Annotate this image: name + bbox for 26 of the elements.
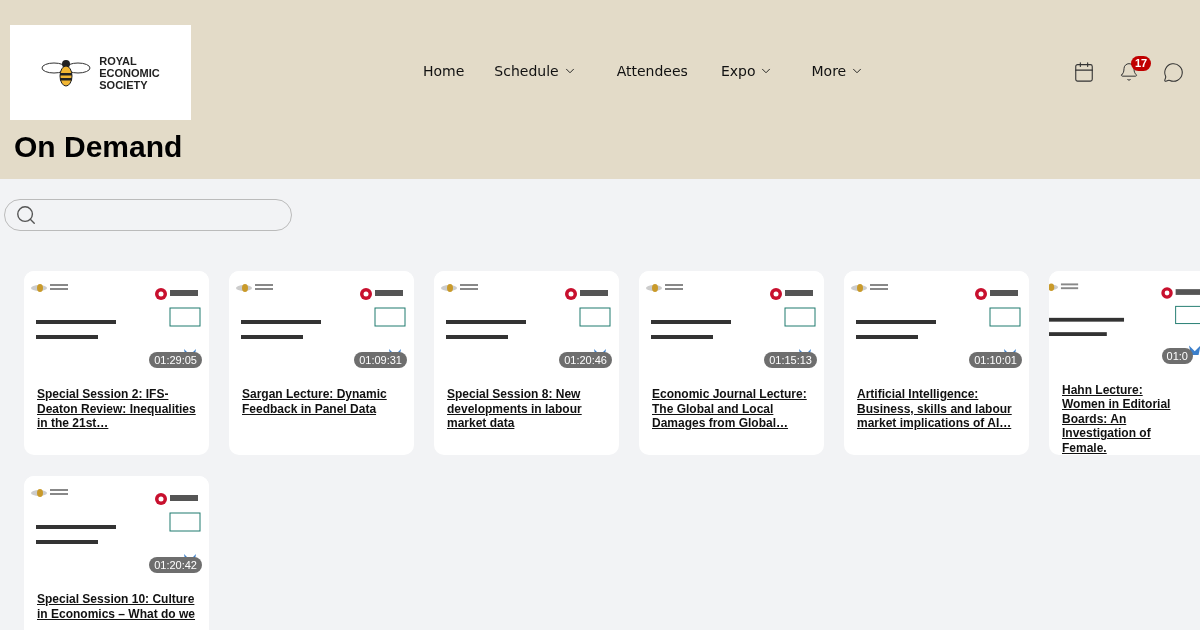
session-title[interactable]: Sargan Lecture: Dynamic Feedback in Panel Data xyxy=(242,387,402,416)
session-title[interactable]: Economic Journal Lecture: The Global and Local Damages from Global… xyxy=(652,387,812,431)
session-title[interactable]: Hahn Lecture: Women in Editorial Boards: An Investigation of Female. xyxy=(1062,382,1188,455)
search-field[interactable] xyxy=(4,199,292,231)
logo-text: ROYAL ECONOMIC SOCIETY xyxy=(99,54,160,91)
duration-badge: 01:20:42 xyxy=(149,557,202,573)
calendar-button[interactable] xyxy=(1073,61,1095,83)
notification-count: 17 xyxy=(1131,56,1152,71)
logo[interactable]: ROYAL ECONOMIC SOCIETY xyxy=(10,25,191,120)
duration-badge: 01:20:46 xyxy=(559,352,612,368)
session-title[interactable]: Special Session 8: New developments in labour market data xyxy=(447,387,607,431)
page-title: On Demand xyxy=(14,130,184,164)
nav-link[interactable]: Schedule xyxy=(494,63,577,79)
nav-link[interactable]: Expo xyxy=(720,63,774,79)
session-title[interactable]: Special Session 2: IFS-Deaton Review: Inequalities in the 21st… xyxy=(37,387,197,431)
nav-link[interactable]: More xyxy=(811,63,865,79)
chat-button[interactable] xyxy=(1163,61,1184,83)
session-title[interactable]: Artificial Intelligence: Business, skills and labour market implications of AI… xyxy=(857,387,1017,431)
search-icon xyxy=(15,204,37,226)
duration-badge: 01:09:31 xyxy=(354,352,407,368)
nav-link[interactable]: Home xyxy=(423,63,465,79)
duration-badge: 01:29:05 xyxy=(149,352,202,368)
duration-badge: 01:15:13 xyxy=(764,352,817,368)
duration-badge: 01:10:01 xyxy=(969,352,1022,368)
nav-link[interactable]: Attendees xyxy=(616,63,688,79)
session-title[interactable]: Special Session 10: Culture in Economics – What do we xyxy=(37,592,197,621)
